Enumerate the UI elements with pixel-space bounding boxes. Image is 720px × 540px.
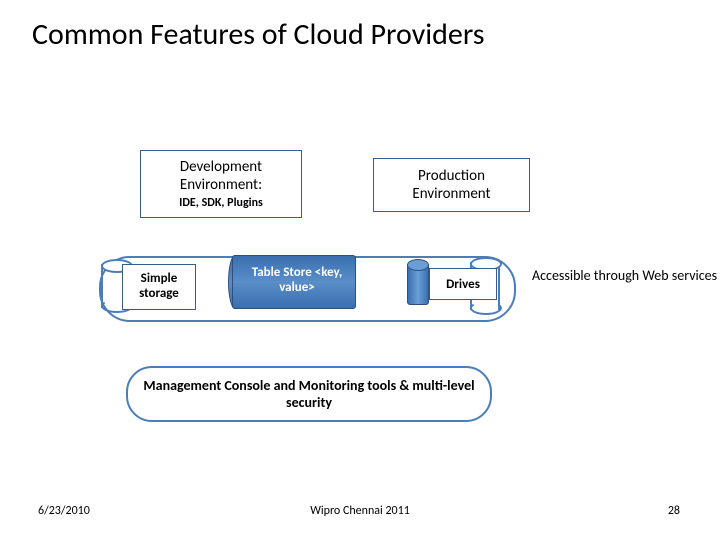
prod-env-line1: Production xyxy=(418,167,485,185)
dev-env-box: Development Environment: IDE, SDK, Plugi… xyxy=(140,150,302,218)
dev-env-line2: Environment: xyxy=(180,176,262,194)
dev-env-line1: Development xyxy=(180,158,262,176)
drives-box: Drives xyxy=(429,268,497,300)
management-box: Management Console and Monitoring tools … xyxy=(126,366,492,422)
footer-venue: Wipro Chennai 2011 xyxy=(0,504,720,518)
table-store-label: Table Store <key, value> xyxy=(247,257,347,305)
simple-storage-box: Simple storage xyxy=(122,264,196,310)
slide-title: Common Features of Cloud Providers xyxy=(32,16,485,53)
slide: Common Features of Cloud Providers Devel… xyxy=(0,0,720,540)
footer-page-number: 28 xyxy=(668,504,680,518)
access-label: Accessible through Web services xyxy=(532,268,717,285)
dev-env-sub: IDE, SDK, Plugins xyxy=(179,196,263,210)
prod-env-line2: Environment xyxy=(412,185,490,203)
drives-cylinder-top-icon xyxy=(407,259,429,271)
prod-env-box: Production Environment xyxy=(373,158,530,212)
